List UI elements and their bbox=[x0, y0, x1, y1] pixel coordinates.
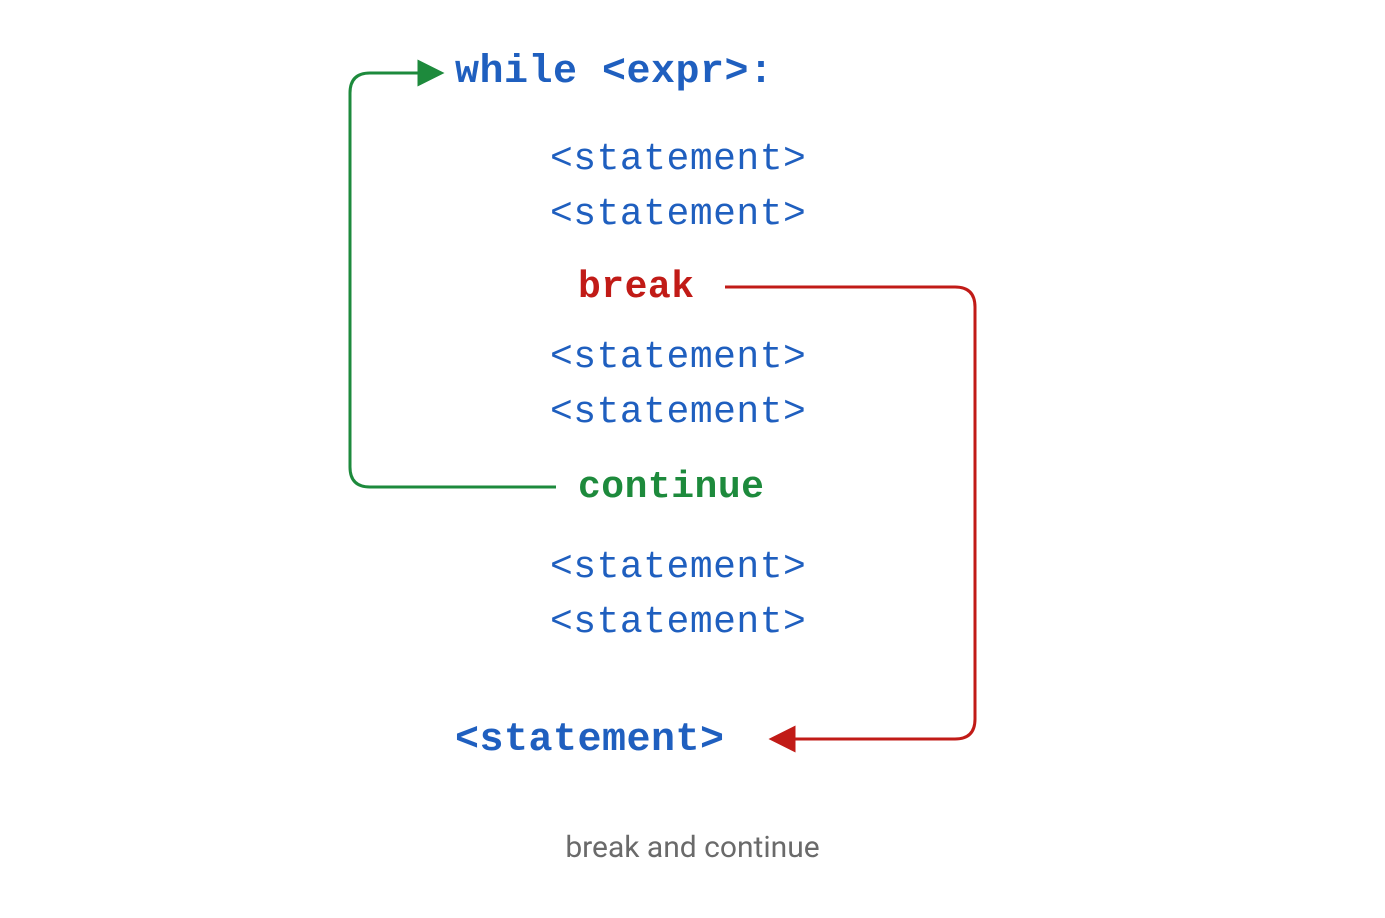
body-statement-4: <statement> bbox=[550, 391, 806, 434]
continue-arrow bbox=[350, 73, 556, 487]
after-loop-statement: <statement> bbox=[455, 718, 725, 763]
body-statement-5: <statement> bbox=[550, 546, 806, 589]
body-statement-6: <statement> bbox=[550, 601, 806, 644]
body-statement-3: <statement> bbox=[550, 336, 806, 379]
break-keyword: break bbox=[578, 266, 695, 309]
diagram-stage: while <expr>: <statement> <statement> br… bbox=[0, 0, 1385, 918]
diagram-caption: break and continue bbox=[0, 830, 1385, 865]
while-header: while <expr>: bbox=[455, 50, 774, 95]
continue-keyword: continue bbox=[578, 466, 764, 509]
body-statement-1: <statement> bbox=[550, 138, 806, 181]
body-statement-2: <statement> bbox=[550, 193, 806, 236]
